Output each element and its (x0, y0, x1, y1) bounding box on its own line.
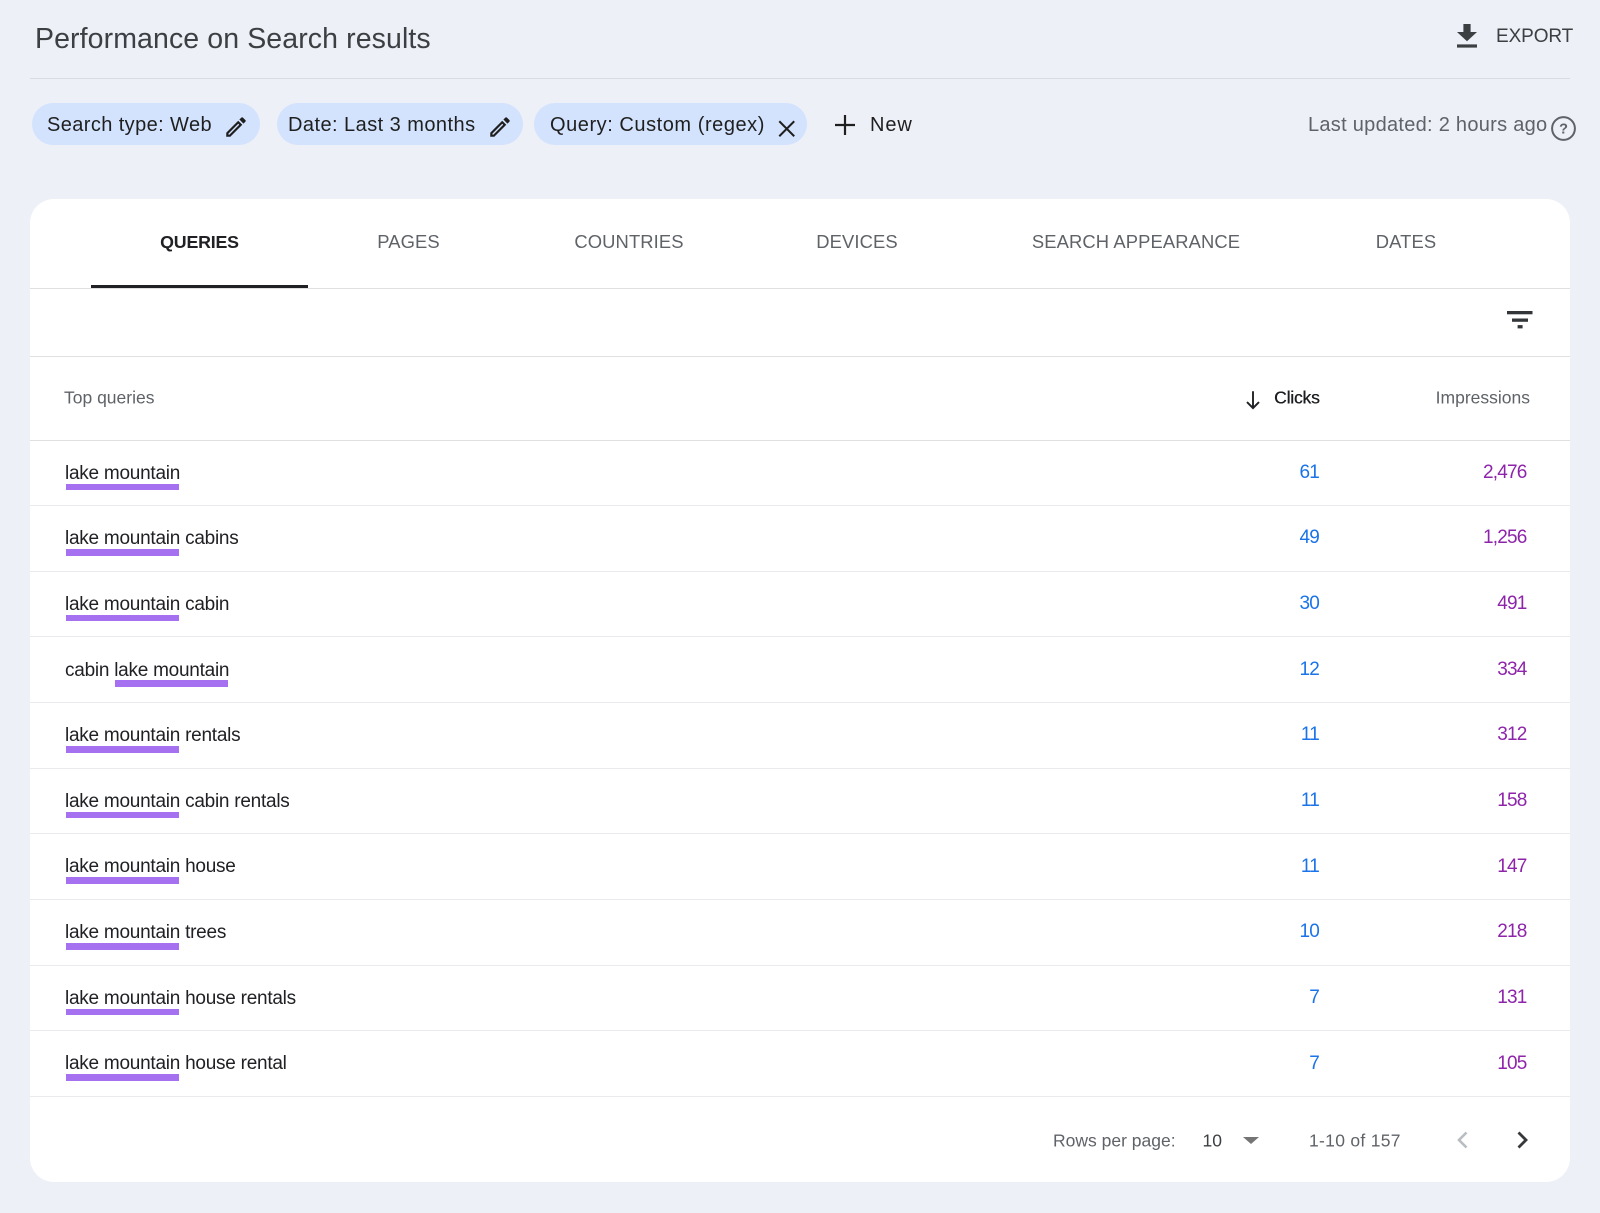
svg-text:?: ? (1559, 121, 1568, 137)
